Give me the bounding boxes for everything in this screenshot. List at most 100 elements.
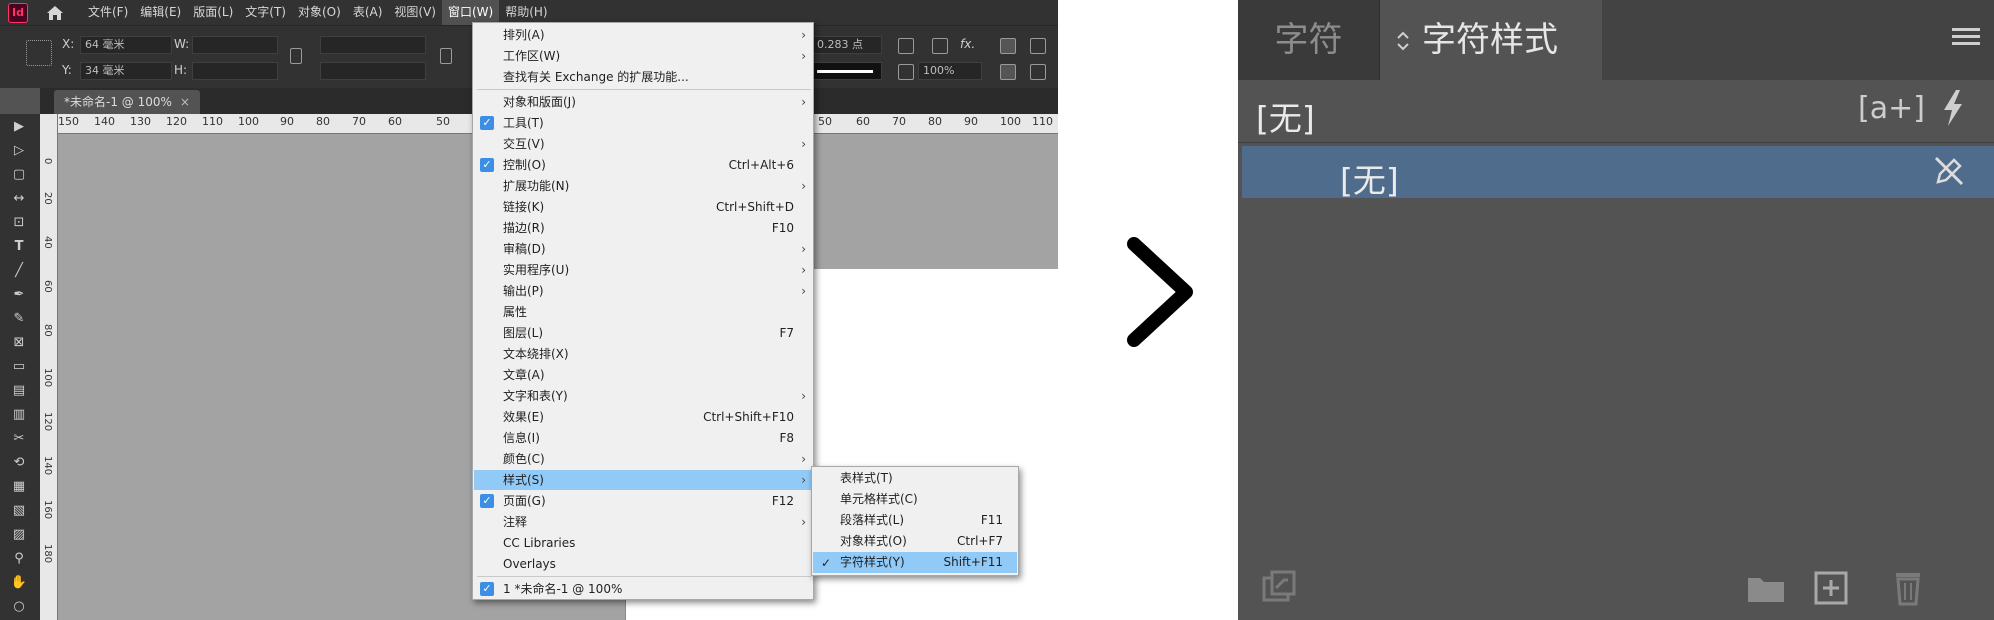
menu-item-styles[interactable]: 样式(S) › (474, 470, 812, 490)
menu-layout[interactable]: 版面(L) (187, 0, 239, 25)
menu-item-properties[interactable]: 属性 (474, 302, 812, 322)
x-field[interactable]: 64 毫米 (80, 36, 172, 54)
align-right-icon[interactable] (1030, 38, 1046, 54)
menu-item-links[interactable]: 链接(K) Ctrl+Shift+D (474, 197, 812, 217)
menu-item-tools[interactable]: ✓ 工具(T) (474, 113, 812, 133)
submenu-item-label: 单元格样式(C) (840, 492, 918, 506)
menu-item-review[interactable]: 审稿(D) › (474, 239, 812, 259)
menu-item-open-document[interactable]: ✓ 1 *未命名-1 @ 100% (474, 579, 812, 599)
quick-apply-lightning-icon[interactable] (1938, 88, 1968, 128)
menu-item-info[interactable]: 信息(I) F8 (474, 428, 812, 448)
styles-submenu: 表样式(T) 单元格样式(C) 段落样式(L) F11 对象样式(O) Ctrl+F… (811, 466, 1019, 576)
direct-selection-tool-icon[interactable]: ▷ (10, 144, 28, 158)
menu-item-find-exchange[interactable]: 查找有关 Exchange 的扩展功能... (474, 67, 812, 87)
menu-item-articles[interactable]: 文章(A) (474, 365, 812, 385)
menu-item-overlays[interactable]: Overlays (474, 554, 812, 574)
close-icon[interactable]: × (180, 95, 190, 109)
reference-point-icon[interactable] (26, 40, 52, 66)
page-tool-icon[interactable]: ▢ (10, 168, 28, 182)
menu-item-extensions[interactable]: 扩展功能(N) › (474, 176, 812, 196)
load-styles-icon[interactable] (1258, 570, 1298, 606)
line-tool-icon[interactable]: ╱ (10, 264, 28, 278)
menu-item-color[interactable]: 颜色(C) › (474, 449, 812, 469)
constrain-proportions-icon[interactable] (290, 48, 302, 64)
menu-item-cc-libraries[interactable]: CC Libraries (474, 533, 812, 553)
menu-view[interactable]: 视图(V) (388, 0, 442, 25)
hand-tool-icon[interactable]: ✋ (10, 576, 28, 590)
menu-item-pages[interactable]: ✓ 页面(G) F12 (474, 491, 812, 511)
delete-style-trash-icon[interactable] (1890, 570, 1930, 606)
stroke-weight-field[interactable]: 0.283 点 (812, 36, 882, 54)
ruler-tick: 60 (856, 115, 870, 128)
submenu-item-cell-styles[interactable]: 单元格样式(C) (813, 489, 1017, 510)
panel-menu-icon[interactable] (1952, 28, 1980, 50)
create-new-style-icon[interactable] (1812, 570, 1852, 606)
frame-fitting-icon[interactable] (898, 38, 914, 54)
menu-separator (477, 576, 811, 577)
menu-item-arrange[interactable]: 排列(A) › (474, 25, 812, 45)
menu-item-utilities[interactable]: 实用程序(U) › (474, 260, 812, 280)
menu-edit[interactable]: 编辑(E) (134, 0, 187, 25)
menu-item-notes[interactable]: 注释 › (474, 512, 812, 532)
w-field[interactable] (192, 36, 278, 54)
gradient-tool-icon[interactable]: ▦ (10, 480, 28, 494)
fx-icon[interactable]: fx. (960, 37, 975, 51)
submenu-item-paragraph-styles[interactable]: 段落样式(L) F11 (813, 510, 1017, 531)
menu-item-effects[interactable]: 效果(E) Ctrl+Shift+F10 (474, 407, 812, 427)
distribute-icon[interactable] (1000, 64, 1016, 80)
menu-object[interactable]: 对象(O) (292, 0, 347, 25)
free-transform-tool-icon[interactable]: ⟲ (10, 456, 28, 470)
tab-character[interactable]: 字符 (1238, 0, 1380, 80)
submenu-item-table-styles[interactable]: 表样式(T) (813, 468, 1017, 489)
collapse-toggle-icon[interactable] (1396, 30, 1410, 52)
rectangle-tool-icon[interactable]: ▭ (10, 360, 28, 374)
new-style-group-folder-icon[interactable] (1746, 570, 1786, 606)
opacity-icon[interactable] (898, 64, 914, 80)
align-left-icon[interactable] (1000, 38, 1016, 54)
menu-table[interactable]: 表(A) (347, 0, 389, 25)
h-field[interactable] (192, 62, 278, 80)
document-tab[interactable]: *未命名-1 @ 100% × (54, 90, 200, 114)
menu-item-type-tables[interactable]: 文字和表(Y) › (474, 386, 812, 406)
link-icon[interactable] (440, 48, 452, 64)
distribute-right-icon[interactable] (1030, 64, 1046, 80)
pencil-tool-icon[interactable]: ✎ (10, 312, 28, 326)
note-tool-icon[interactable]: ▨ (10, 528, 28, 542)
y-field[interactable]: 34 毫米 (80, 62, 172, 80)
zoom-tool-icon[interactable]: ○ (10, 600, 28, 614)
scissors-tool-icon[interactable]: ✂ (10, 432, 28, 446)
style-list-row[interactable]: [无] (1242, 146, 1994, 200)
menu-file[interactable]: 文件(F) (82, 0, 134, 25)
pen-tool-icon[interactable]: ✒ (10, 288, 28, 302)
selection-tool-icon[interactable]: ▶ (10, 120, 28, 134)
gap-tool-icon[interactable]: ↔ (10, 192, 28, 206)
menu-item-workspace[interactable]: 工作区(W) › (474, 46, 812, 66)
scale-x-field[interactable] (320, 36, 426, 54)
menu-item-interactive[interactable]: 交互(V) › (474, 134, 812, 154)
scale-y-field[interactable] (320, 62, 426, 80)
menu-item-layers[interactable]: 图层(L) F7 (474, 323, 812, 343)
zoom-field[interactable]: 100% (918, 62, 982, 80)
rectangle-frame-tool-icon[interactable]: ⊠ (10, 336, 28, 350)
grid-tool-icon[interactable]: ▥ (10, 408, 28, 422)
menu-item-stroke[interactable]: 描边(R) F10 (474, 218, 812, 238)
home-icon[interactable] (42, 3, 68, 23)
content-collector-icon[interactable]: ⊡ (10, 216, 28, 230)
current-style-label: [无] (1256, 99, 1315, 138)
gradient-feather-tool-icon[interactable]: ▧ (10, 504, 28, 518)
create-style-with-override-button[interactable]: [a+] (1858, 92, 1925, 126)
menu-item-object-layout[interactable]: 对象和版面(J) › (474, 92, 812, 112)
table-tool-icon[interactable]: ▤ (10, 384, 28, 398)
menu-item-text-wrap[interactable]: 文本绕排(X) (474, 344, 812, 364)
submenu-item-object-styles[interactable]: 对象样式(O) Ctrl+F7 (813, 531, 1017, 552)
panel-tab-bar: 字符 字符样式 (1238, 0, 1994, 80)
tab-character-styles[interactable]: 字符样式 (1380, 0, 1602, 80)
type-tool-icon[interactable]: T (10, 240, 28, 254)
eyedropper-tool-icon[interactable]: ⚲ (10, 552, 28, 566)
menu-item-control[interactable]: ✓ 控制(O) Ctrl+Alt+6 (474, 155, 812, 175)
text-wrap-icon[interactable] (932, 38, 948, 54)
menu-item-output[interactable]: 输出(P) › (474, 281, 812, 301)
stroke-type-field[interactable] (812, 62, 882, 80)
submenu-item-character-styles[interactable]: ✓ 字符样式(Y) Shift+F11 (813, 552, 1017, 573)
menu-type[interactable]: 文字(T) (239, 0, 292, 25)
